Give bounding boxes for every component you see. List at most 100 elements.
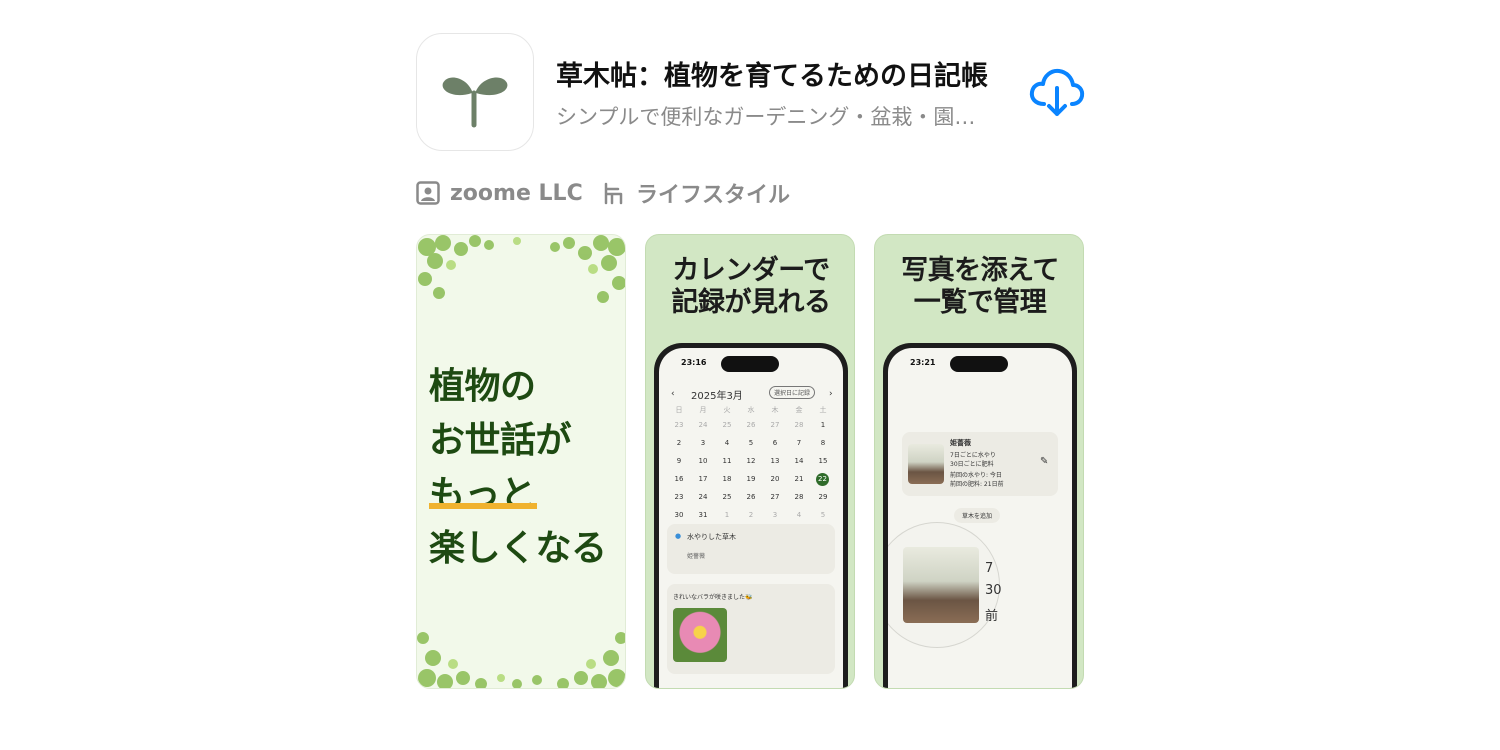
plant-detail: 前回の肥料: 21日前	[950, 481, 1004, 488]
calendar-day[interactable]: 4	[715, 439, 739, 447]
weekday-label: 金	[795, 406, 803, 414]
headline-line-1: 写真を添えて	[901, 255, 1059, 286]
headline-line-2: 記録が見れる	[671, 287, 832, 318]
calendar-day[interactable]: 13	[763, 457, 787, 465]
calendar-day[interactable]: 26	[739, 421, 763, 429]
calendar-week: 30 31 1 2 3 4 5	[667, 506, 835, 524]
calendar-day[interactable]: 2	[739, 511, 763, 519]
headline-line-2: 一覧で管理	[913, 287, 1047, 318]
dynamic-island	[950, 356, 1008, 372]
calendar-day[interactable]: 1	[715, 511, 739, 519]
calendar-week: 23 24 25 26 27 28 1	[667, 416, 835, 434]
phone-screen: 23:16 ‹ 2025年3月 選択日に記録 › 日 月 火 水 木 金 土 2…	[659, 348, 843, 688]
calendar-day[interactable]: 16	[667, 475, 691, 483]
calendar-day[interactable]: 30	[667, 511, 691, 519]
category-name: ライフスタイル	[636, 183, 791, 208]
screenshot-2[interactable]: カレンダーで 記録が見れる 23:16 ‹ 2025年3月 選択日に記録 › 日…	[645, 234, 855, 689]
calendar-day[interactable]: 9	[667, 457, 691, 465]
zoom-bubble: 7 30 前	[888, 522, 1002, 648]
calendar-day[interactable]: 26	[739, 493, 763, 501]
calendar-day[interactable]: 14	[787, 457, 811, 465]
screenshot-headline: 写真を添えて 一覧で管理	[875, 255, 1083, 319]
calendar-day[interactable]: 3	[691, 439, 715, 447]
calendar-day[interactable]: 3	[763, 511, 787, 519]
category-row[interactable]: ライフスタイル	[602, 178, 790, 208]
pencil-icon[interactable]: ✎	[1040, 456, 1048, 467]
calendar-day[interactable]: 5	[811, 511, 835, 519]
chevron-right-icon[interactable]: ›	[829, 389, 833, 399]
phone-frame: 23:21 姫薔薇 7日ごとに水やり 30日ごとに肥料 前回の水やり: 今日 前…	[883, 343, 1077, 688]
water-drop-icon: ●	[675, 532, 682, 540]
calendar-day[interactable]: 20	[763, 475, 787, 483]
screenshot-headline: カレンダーで 記録が見れる	[646, 255, 854, 319]
calendar-day[interactable]: 12	[739, 457, 763, 465]
zoom-text: 前	[985, 609, 999, 624]
sprout-icon	[442, 77, 508, 128]
plant-detail: 前回の水やり: 今日	[950, 472, 1002, 479]
calendar-day[interactable]: 2	[667, 439, 691, 447]
calendar-day[interactable]: 29	[811, 493, 835, 501]
add-plant-button[interactable]: 草木を追加	[954, 508, 1001, 523]
rose-photo[interactable]	[673, 608, 727, 662]
cloud-download-icon	[1029, 68, 1085, 116]
calendar-day[interactable]: 7	[787, 439, 811, 447]
calendar-day[interactable]: 15	[811, 457, 835, 465]
weekday-label: 火	[723, 406, 731, 414]
calendar-day[interactable]: 28	[787, 493, 811, 501]
calendar-day[interactable]: 18	[715, 475, 739, 483]
app-icon[interactable]	[416, 33, 534, 151]
calendar-day[interactable]: 4	[787, 511, 811, 519]
promo-text: 植物の お世話が もっと 楽しくなる	[429, 360, 607, 576]
app-title[interactable]: 草木帖：植物を育てるための日記帳	[556, 54, 988, 93]
weekday-label: 日	[675, 406, 683, 414]
calendar-day[interactable]: 17	[691, 475, 715, 483]
status-time: 23:16	[681, 358, 707, 367]
developer-name: zoome LLC	[450, 180, 583, 206]
phone-frame: 23:16 ‹ 2025年3月 選択日に記録 › 日 月 火 水 木 金 土 2…	[654, 343, 848, 688]
calendar-day[interactable]: 5	[739, 439, 763, 447]
calendar-grid[interactable]: 日 月 火 水 木 金 土 23 24 25 26 27 28 1 2 3 4 5 6 7 8 9 10 11 1…	[667, 404, 835, 524]
calendar-day[interactable]: 28	[787, 421, 811, 429]
calendar-day[interactable]: 8	[811, 439, 835, 447]
calendar-month: 2025年3月	[691, 391, 743, 402]
chevron-left-icon[interactable]: ‹	[671, 389, 675, 399]
calendar-day[interactable]: 24	[691, 421, 715, 429]
calendar-day[interactable]: 21	[787, 475, 811, 483]
zoomed-plant-photo	[903, 547, 979, 623]
calendar-day[interactable]: 19	[739, 475, 763, 483]
note-panel[interactable]: きれいなバラが咲きました🐝	[667, 584, 835, 674]
watered-label: 水やりした草木	[687, 533, 736, 541]
plant-name: 姫薔薇	[950, 439, 971, 447]
status-time: 23:21	[910, 358, 936, 367]
plant-card[interactable]: 姫薔薇 7日ごとに水やり 30日ごとに肥料 前回の水やり: 今日 前回の肥料: …	[902, 432, 1058, 496]
zoom-text: 7	[985, 561, 994, 576]
record-button[interactable]: 選択日に記録	[769, 386, 816, 399]
screenshot-1[interactable]: 植物の お世話が もっと 楽しくなる	[416, 234, 626, 689]
watered-panel[interactable]: ● 水やりした草木 姫薔薇	[667, 524, 835, 574]
highlight-underline	[429, 503, 537, 509]
calendar-day[interactable]: 24	[691, 493, 715, 501]
weekday-label: 月	[699, 406, 707, 414]
phone-screen: 23:21 姫薔薇 7日ごとに水やり 30日ごとに肥料 前回の水やり: 今日 前…	[888, 348, 1072, 688]
calendar-day[interactable]: 25	[715, 421, 739, 429]
developer-row[interactable]: zoome LLC	[416, 178, 583, 208]
zoom-text: 30	[985, 583, 1002, 598]
plant-detail: 7日ごとに水やり	[950, 452, 996, 459]
calendar-day[interactable]: 1	[811, 421, 835, 429]
weekday-label: 土	[819, 406, 827, 414]
chair-icon	[604, 182, 623, 205]
calendar-day[interactable]: 11	[715, 457, 739, 465]
download-button[interactable]	[1028, 66, 1086, 118]
screenshot-3[interactable]: 写真を添えて 一覧で管理 23:21 姫薔薇 7日ごとに水やり 30日ごとに肥料…	[874, 234, 1084, 689]
calendar-day[interactable]: 27	[763, 493, 787, 501]
calendar-day[interactable]: 6	[763, 439, 787, 447]
calendar-day[interactable]: 31	[691, 511, 715, 519]
calendar-day[interactable]: 22	[816, 472, 829, 486]
calendar-week: 9 10 11 12 13 14 15	[667, 452, 835, 470]
calendar-day[interactable]: 10	[691, 457, 715, 465]
calendar-day[interactable]: 23	[667, 493, 691, 501]
calendar-day[interactable]: 27	[763, 421, 787, 429]
calendar-day[interactable]: 23	[667, 421, 691, 429]
calendar-day[interactable]: 25	[715, 493, 739, 501]
watered-plant: 姫薔薇	[687, 553, 706, 560]
